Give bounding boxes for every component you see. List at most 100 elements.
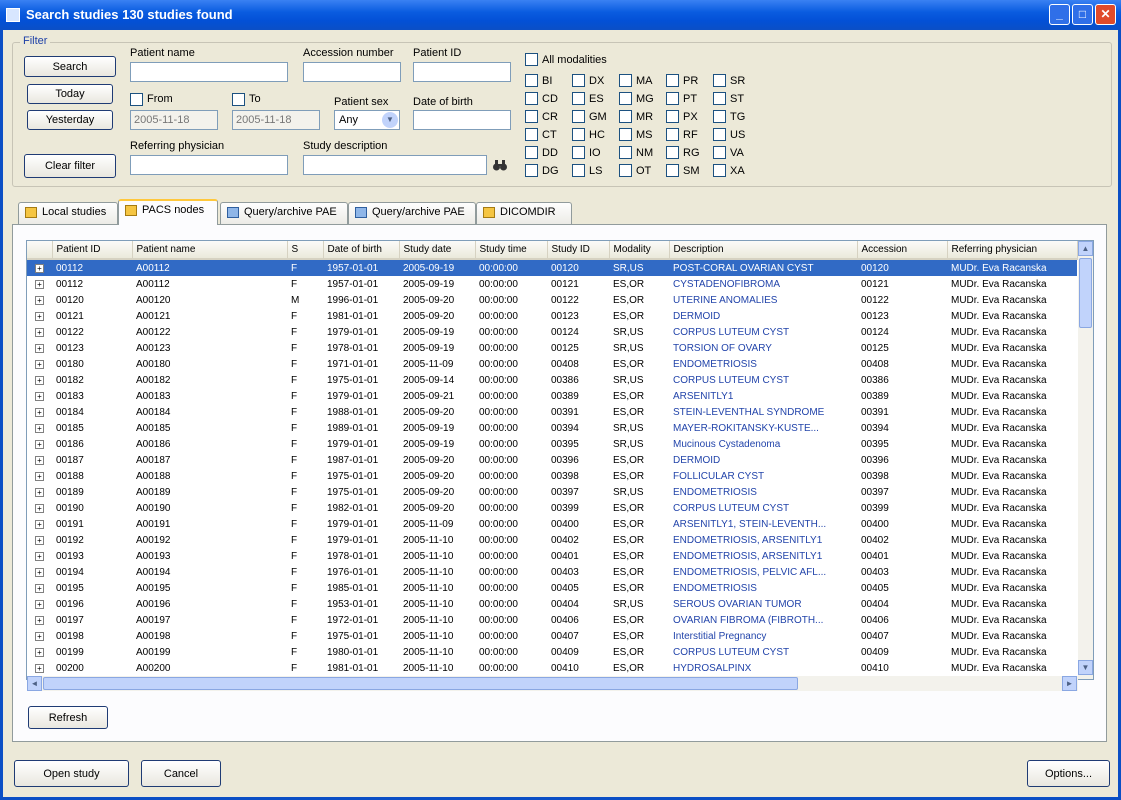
expand-plus-icon[interactable]: +	[35, 279, 44, 289]
modality-checkbox[interactable]: XA	[713, 164, 745, 177]
table-row[interactable]: +00185 A00185 F 1989-01-01 2005-09-19 00:00:0…	[27, 420, 1077, 436]
minimize-button[interactable]: _	[1049, 4, 1070, 25]
expand-cell[interactable]: +	[27, 628, 52, 644]
expand-cell[interactable]: +	[27, 500, 52, 516]
expand-plus-icon[interactable]: +	[35, 551, 44, 561]
column-header[interactable]: Patient ID	[52, 241, 133, 260]
modality-checkbox[interactable]: MS	[619, 128, 653, 141]
expand-plus-icon[interactable]: +	[35, 455, 44, 465]
table-row[interactable]: +00121 A00121 F 1981-01-01 2005-09-20 00:00:0…	[27, 308, 1077, 324]
checkbox-box[interactable]	[572, 146, 585, 159]
table-row[interactable]: +00197 A00197 F 1972-01-01 2005-11-10 00:00:0…	[27, 612, 1077, 628]
checkbox-box[interactable]	[572, 164, 585, 177]
table-row[interactable]: +00120 A00120 M 1996-01-01 2005-09-20 00:00:0…	[27, 292, 1077, 308]
modality-checkbox[interactable]: TG	[713, 110, 745, 123]
to-checkbox[interactable]	[232, 93, 245, 106]
checkbox-box[interactable]	[713, 146, 726, 159]
referring-physician-input[interactable]	[130, 155, 288, 175]
vertical-scroll-thumb[interactable]	[1079, 258, 1092, 328]
modality-checkbox[interactable]: HC	[572, 128, 605, 141]
column-header[interactable]	[27, 241, 53, 260]
refresh-button[interactable]: Refresh	[28, 706, 108, 729]
date-of-birth-input[interactable]	[413, 110, 511, 130]
tab-query-archive-1[interactable]: Query/archive PAE	[220, 202, 348, 224]
modality-checkbox[interactable]: MG	[619, 92, 654, 105]
tab-dicomdir[interactable]: DICOMDIR	[476, 202, 572, 224]
checkbox-box[interactable]	[525, 128, 538, 141]
patient-sex-select[interactable]: Any ▼	[334, 110, 400, 130]
expand-plus-icon[interactable]: +	[35, 471, 44, 481]
expand-cell[interactable]: +	[27, 548, 52, 564]
expand-cell[interactable]: +	[27, 276, 52, 292]
expand-cell[interactable]: +	[27, 612, 52, 628]
expand-cell[interactable]: +	[27, 644, 52, 660]
accession-number-input[interactable]	[303, 62, 401, 82]
expand-plus-icon[interactable]: +	[35, 583, 44, 593]
column-header[interactable]: Referring physician	[947, 241, 1078, 260]
table-row[interactable]: +00112 A00112 F 1957-01-01 2005-09-19 00:00:0…	[27, 259, 1077, 276]
expand-plus-icon[interactable]: +	[35, 663, 44, 673]
table-row[interactable]: +00195 A00195 F 1985-01-01 2005-11-10 00:00:0…	[27, 580, 1077, 596]
expand-plus-icon[interactable]: +	[35, 519, 44, 529]
modality-checkbox[interactable]: PT	[666, 92, 697, 105]
patient-id-input[interactable]	[413, 62, 511, 82]
checkbox-box[interactable]	[713, 110, 726, 123]
expand-plus-icon[interactable]: +	[35, 615, 44, 625]
horizontal-scroll-thumb[interactable]	[43, 677, 798, 690]
modality-checkbox[interactable]: DX	[572, 74, 604, 87]
expand-cell[interactable]: +	[27, 452, 52, 468]
checkbox-box[interactable]	[666, 74, 679, 87]
checkbox-box[interactable]	[666, 92, 679, 105]
modality-checkbox[interactable]: MR	[619, 110, 653, 123]
to-date-input[interactable]	[232, 110, 320, 130]
modality-checkbox[interactable]: SR	[713, 74, 745, 87]
column-header[interactable]: Description	[669, 241, 858, 260]
expand-cell[interactable]: +	[27, 516, 52, 532]
column-header[interactable]: Accession	[857, 241, 948, 260]
checkbox-box[interactable]	[619, 110, 632, 123]
column-header[interactable]: Study time	[475, 241, 548, 260]
scroll-down-arrow-icon[interactable]: ▼	[1078, 660, 1093, 675]
column-header[interactable]: Study date	[399, 241, 476, 260]
table-row[interactable]: +00192 A00192 F 1979-01-01 2005-11-10 00:00:0…	[27, 532, 1077, 548]
open-study-button[interactable]: Open study	[14, 760, 129, 787]
expand-cell[interactable]: +	[27, 388, 52, 404]
column-header[interactable]: Study ID	[547, 241, 610, 260]
scroll-right-arrow-icon[interactable]: ►	[1062, 676, 1077, 691]
tab-local-studies[interactable]: Local studies	[18, 202, 118, 224]
checkbox-box[interactable]	[572, 92, 585, 105]
checkbox-box[interactable]	[525, 110, 538, 123]
title-bar[interactable]: Search studies 130 studies found _ □ ✕	[0, 0, 1121, 30]
table-row[interactable]: +00182 A00182 F 1975-01-01 2005-09-14 00:00:0…	[27, 372, 1077, 388]
scroll-left-arrow-icon[interactable]: ◄	[27, 676, 42, 691]
checkbox-box[interactable]	[525, 146, 538, 159]
table-row[interactable]: +00200 A00200 F 1981-01-01 2005-11-10 00:00:0…	[27, 660, 1077, 676]
modality-checkbox[interactable]: PR	[666, 74, 698, 87]
expand-plus-icon[interactable]: +	[35, 343, 44, 353]
modality-checkbox[interactable]: DD	[525, 146, 558, 159]
expand-plus-icon[interactable]: +	[35, 375, 44, 385]
expand-cell[interactable]: +	[27, 660, 52, 676]
expand-plus-icon[interactable]: +	[35, 535, 44, 545]
table-row[interactable]: +00122 A00122 F 1979-01-01 2005-09-19 00:00:0…	[27, 324, 1077, 340]
search-button[interactable]: Search	[24, 56, 116, 77]
expand-cell[interactable]: +	[27, 340, 52, 356]
checkbox-box[interactable]	[572, 74, 585, 87]
checkbox-box[interactable]	[525, 74, 538, 87]
study-description-input[interactable]	[303, 155, 487, 175]
expand-cell[interactable]: +	[27, 292, 52, 308]
expand-cell[interactable]: +	[27, 356, 52, 372]
table-row[interactable]: +00194 A00194 F 1976-01-01 2005-11-10 00:00:0…	[27, 564, 1077, 580]
expand-cell[interactable]: +	[27, 484, 52, 500]
table-row[interactable]: +00188 A00188 F 1975-01-01 2005-09-20 00:00:0…	[27, 468, 1077, 484]
from-date-input[interactable]	[130, 110, 218, 130]
options-button[interactable]: Options...	[1027, 760, 1110, 787]
expand-plus-icon[interactable]: +	[35, 295, 44, 305]
checkbox-box[interactable]	[619, 74, 632, 87]
checkbox-box[interactable]	[619, 128, 632, 141]
checkbox-box[interactable]	[525, 92, 538, 105]
expand-cell[interactable]: +	[27, 404, 52, 420]
modality-checkbox[interactable]: OT	[619, 164, 651, 177]
expand-cell[interactable]: +	[27, 468, 52, 484]
expand-cell[interactable]: +	[27, 564, 52, 580]
